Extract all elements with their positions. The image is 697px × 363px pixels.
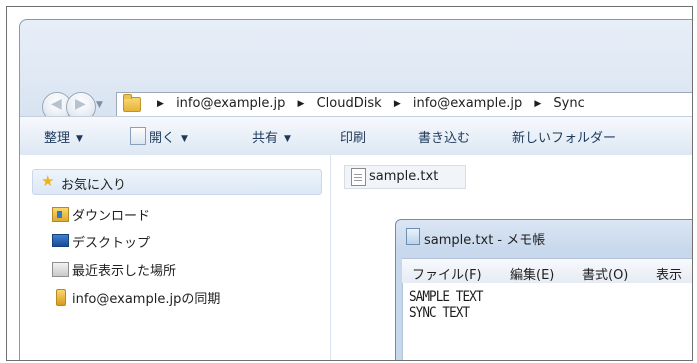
file-item[interactable]: sample.txt [344, 165, 466, 189]
notepad-icon [406, 228, 420, 245]
organize-button[interactable]: 整理 ▼ [44, 127, 83, 146]
breadcrumb-item[interactable]: info@example.jp [413, 96, 522, 111]
favorites-header[interactable]: ★ お気に入り [32, 169, 322, 195]
back-arrow-icon: ◀ [51, 96, 62, 112]
breadcrumb-separator-icon[interactable]: ▶ [298, 99, 305, 109]
notepad-text-area[interactable]: SAMPLE TEXT SYNC TEXT [402, 283, 692, 360]
nav-item-label: info@example.jpの同期 [72, 292, 221, 307]
nav-item-recent-places[interactable]: 最近表示した場所 [52, 260, 177, 279]
screenshot-frame: ◀ ▶ ▼ ▶ info@example.jp ▶ CloudDisk ▶ in… [6, 6, 693, 361]
breadcrumb-separator-icon[interactable]: ▶ [394, 99, 401, 109]
print-label: 印刷 [340, 131, 367, 146]
folder-icon [123, 94, 141, 112]
burn-label: 書き込む [418, 131, 471, 146]
desktop-icon [52, 234, 69, 247]
menu-file[interactable]: ファイル(F) [412, 264, 482, 283]
burn-button[interactable]: 書き込む [418, 127, 470, 146]
breadcrumb-separator-icon[interactable]: ▶ [157, 99, 164, 109]
nav-item-desktop[interactable]: デスクトップ [52, 232, 151, 251]
text-line: SYNC TEXT [409, 305, 470, 321]
organize-label: 整理 [44, 131, 71, 146]
breadcrumb-separator-icon[interactable]: ▶ [534, 99, 541, 109]
command-bar: 整理 ▼ 開く ▼ 共有 ▼ 印刷 書き込む 新しいフォルダー [20, 116, 692, 156]
navigation-pane: ★ お気に入り ダウンロード デスクトップ 最近表示した場所 info@exam… [20, 155, 331, 360]
chevron-down-icon: ▼ [284, 134, 291, 144]
open-button[interactable]: 開く ▼ [130, 127, 188, 146]
notepad-window: sample.txt - メモ帳 ファイル(F) 編集(E) 書式(O) 表示 … [395, 219, 692, 360]
nav-item-label: ダウンロード [72, 209, 151, 224]
share-label: 共有 [252, 131, 279, 146]
sync-folder-icon [56, 289, 66, 306]
menu-edit[interactable]: 編集(E) [510, 264, 554, 283]
share-button[interactable]: 共有 ▼ [252, 127, 291, 146]
print-button[interactable]: 印刷 [340, 127, 366, 146]
nav-item-downloads[interactable]: ダウンロード [52, 205, 151, 224]
open-label: 開く [149, 131, 176, 146]
breadcrumb-item[interactable]: Sync [553, 96, 584, 111]
notepad-menu-bar: ファイル(F) 編集(E) 書式(O) 表示 [402, 258, 692, 284]
file-name: sample.txt [369, 169, 439, 184]
notepad-icon [130, 127, 146, 145]
text-line: SAMPLE TEXT [409, 289, 483, 305]
breadcrumb: ▶ info@example.jp ▶ CloudDisk ▶ info@exa… [149, 96, 585, 111]
nav-item-sync[interactable]: info@example.jpの同期 [56, 288, 221, 307]
forward-arrow-icon: ▶ [75, 96, 86, 112]
chevron-down-icon: ▼ [76, 134, 83, 144]
favorites-label: お気に入り [61, 178, 127, 193]
breadcrumb-item[interactable]: CloudDisk [317, 96, 382, 111]
new-folder-button[interactable]: 新しいフォルダー [512, 127, 616, 146]
text-file-icon [351, 168, 366, 186]
menu-view[interactable]: 表示 [656, 264, 682, 283]
downloads-folder-icon [52, 207, 69, 222]
nav-item-label: 最近表示した場所 [72, 264, 177, 279]
recent-places-icon [52, 262, 69, 277]
chevron-down-icon: ▼ [181, 134, 188, 144]
nav-item-label: デスクトップ [72, 236, 151, 251]
address-bar[interactable]: ▶ info@example.jp ▶ CloudDisk ▶ info@exa… [116, 92, 692, 118]
address-row: ◀ ▶ ▼ ▶ info@example.jp ▶ CloudDisk ▶ in… [20, 20, 692, 122]
star-icon: ★ [41, 172, 55, 190]
new-folder-label: 新しいフォルダー [512, 131, 617, 146]
breadcrumb-item[interactable]: info@example.jp [176, 96, 285, 111]
recent-pages-dropdown-icon[interactable]: ▼ [96, 100, 103, 110]
notepad-title: sample.txt - メモ帳 [424, 233, 546, 248]
menu-format[interactable]: 書式(O) [582, 264, 628, 283]
